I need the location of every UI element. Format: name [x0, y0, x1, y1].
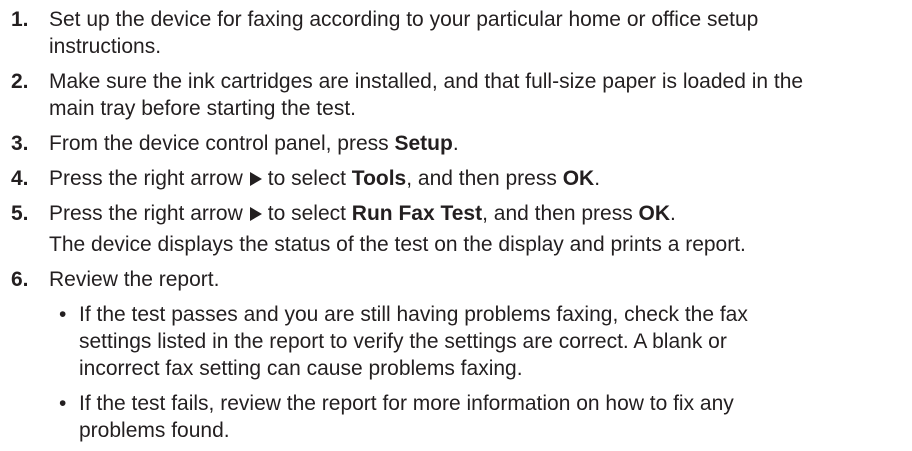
setup-button-label: Setup	[394, 132, 453, 155]
step-text: Press the right arrow	[49, 202, 243, 225]
bullet-test-passes: • If the test passes and you are still h…	[49, 301, 899, 382]
tools-menu-label: Tools	[351, 167, 407, 190]
bullet-text-line: If the test fails, review the report for…	[79, 392, 734, 415]
step-text: , and then press	[406, 167, 563, 190]
bullet-dot: •	[59, 392, 67, 415]
step-text: , and then press	[482, 202, 639, 225]
step-note: The device displays the status of the te…	[49, 233, 746, 256]
step-text-line: Press the right arrow to select Tools, an…	[49, 165, 879, 192]
step-number: 4.	[11, 167, 29, 190]
step-number: 1.	[11, 8, 29, 31]
step-text-line: Review the report.	[49, 268, 220, 291]
step-text-line: main tray before starting the test.	[49, 97, 356, 120]
step-6: 6. Review the report. • If the test pass…	[0, 266, 879, 444]
bullet-text-line: problems found.	[79, 419, 230, 442]
step-number: 3.	[11, 132, 29, 155]
run-fax-test-label: Run Fax Test	[351, 202, 483, 225]
step-text: .	[594, 167, 601, 190]
bullet-text-line: incorrect fax setting can cause problems…	[79, 357, 523, 380]
step-text-line: Set up the device for faxing according t…	[49, 8, 759, 31]
step-text-line: Make sure the ink cartridges are install…	[49, 70, 804, 93]
step-text: From the device control panel, press	[49, 132, 395, 155]
right-arrow-icon	[249, 172, 262, 186]
step-5: 5. Press the right arrow to select Run Fa…	[0, 200, 879, 258]
step-text: to select	[267, 202, 352, 225]
step-3: 3. From the device control panel, press …	[0, 130, 879, 157]
step-text: to select	[267, 167, 352, 190]
result-bullet-list: • If the test passes and you are still h…	[49, 301, 879, 444]
step-text: .	[670, 202, 676, 225]
step-text: .	[452, 132, 459, 155]
step-text-line: Press the right arrow to select Run Fax T…	[49, 200, 879, 227]
ok-button-label: OK	[562, 167, 595, 190]
ok-button-label: OK	[638, 202, 671, 225]
step-number: 2.	[11, 70, 29, 93]
step-4: 4. Press the right arrow to select Tools,…	[0, 165, 879, 192]
bullet-dot: •	[59, 303, 67, 326]
step-text: Press the right arrow	[49, 167, 243, 190]
step-text-line: From the device control panel, press Set…	[49, 130, 879, 157]
bullet-test-fails: • If the test fails, review the report f…	[49, 390, 899, 444]
step-2: 2. Make sure the ink cartridges are inst…	[0, 68, 879, 122]
step-1: 1. Set up the device for faxing accordin…	[0, 6, 879, 60]
instruction-list: 1. Set up the device for faxing accordin…	[0, 0, 912, 444]
bullet-text-line: If the test passes and you are still hav…	[79, 303, 748, 326]
right-arrow-icon	[249, 207, 262, 221]
step-number: 6.	[11, 268, 29, 291]
step-text-line: instructions.	[49, 35, 162, 58]
bullet-text-line: settings listed in the report to verify …	[79, 330, 727, 353]
step-number: 5.	[11, 202, 29, 225]
